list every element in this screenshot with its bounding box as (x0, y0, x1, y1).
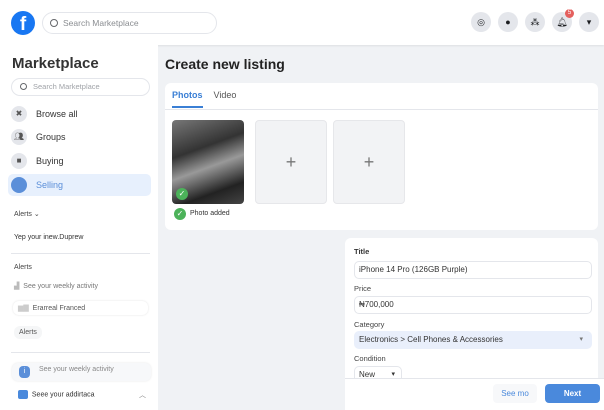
bag-icon: ■ (11, 153, 27, 169)
sidebar-item-selling[interactable]: Selling (8, 174, 151, 196)
bell-icon[interactable]: 🔔︎ 5 (552, 9, 574, 32)
chat-icon (18, 390, 28, 399)
chevron-down-icon: ▾ (579, 336, 583, 343)
compass-icon[interactable]: ◎ (471, 12, 491, 32)
check-icon: ✓ (176, 188, 188, 200)
sidebar-title: Marketplace (12, 55, 99, 72)
selling-icon (11, 177, 27, 193)
nav-label: Browse all (36, 109, 78, 119)
info-icon: i (19, 366, 30, 378)
search-placeholder: Search Marketplace (33, 82, 100, 91)
alerts-button[interactable]: Alerts (14, 326, 42, 339)
alert-text: Yep your inew.Duprew (14, 234, 84, 241)
header-search-input[interactable]: Search Marketplace (42, 12, 217, 34)
groups-icon[interactable]: ⁂ (525, 12, 545, 32)
condition-label: Condition (354, 354, 386, 363)
grid-icon: ✖ (11, 106, 27, 122)
caret-down-icon[interactable]: ▾ (579, 12, 599, 32)
page-title: Create new listing (165, 56, 285, 72)
plus-icon: + (285, 152, 297, 172)
facebook-logo[interactable]: f (11, 11, 35, 35)
notification-badge: 5 (565, 9, 574, 18)
listing-form: Title iPhone 14 Pro (126GB Purple) Price… (345, 238, 598, 388)
blender-photo-thumbnail[interactable]: ✓ (172, 120, 244, 204)
sidebar-item-buying[interactable]: ■ Buying (8, 150, 151, 172)
sidebar-item-groups[interactable]: 👥︎ Groups (8, 126, 151, 148)
next-button[interactable]: Next (545, 384, 600, 403)
photos-card: Photos Video ✓ + + ✓ Photo added (165, 83, 598, 230)
photo-status: Photo added (190, 210, 230, 217)
category-label: Category (354, 320, 385, 329)
add-photo-slot[interactable]: + (255, 120, 327, 204)
address-link[interactable]: Seee your addirtaca ︿ (18, 390, 146, 399)
sidebar: Marketplace Search Marketplace ✖ Browse a… (0, 45, 158, 410)
price-input[interactable]: ₦700,000 (354, 296, 592, 314)
alert-entry[interactable]: ▆▇ Erarreal Franced (13, 301, 148, 315)
groups-icon: 👥︎ (11, 129, 27, 145)
weekly-activity-card[interactable]: i See your weekly activity (12, 363, 151, 381)
sidebar-search-input[interactable]: Search Marketplace (11, 78, 150, 96)
category-select[interactable]: Electronics > Cell Phones & Accessories ▾ (354, 331, 592, 349)
check-icon: ✓ (174, 208, 186, 220)
search-icon (20, 83, 27, 90)
nav-label: Selling (36, 180, 64, 190)
plus-icon: + (363, 152, 375, 172)
price-label: Price (354, 284, 372, 293)
chevron-up-icon: ︿ (139, 392, 146, 399)
chevron-down-icon: ⌄ (33, 211, 40, 218)
search-placeholder: Search Marketplace (63, 18, 139, 28)
divider (11, 352, 150, 353)
weekly-activity-link[interactable]: ▟ See your weekly activity (14, 282, 98, 290)
divider (165, 109, 598, 110)
add-photo-slot[interactable]: + (333, 120, 405, 204)
divider (11, 253, 150, 254)
top-nav: f Search Marketplace ◎ ● ⁂ 🔔︎ 5 ▾ (0, 0, 604, 45)
tab-photos[interactable]: Photos (172, 88, 203, 108)
title-label: Title (354, 247, 370, 256)
see-more-button[interactable]: See mo (493, 384, 537, 403)
alerts-heading-2: Alerts (14, 264, 32, 271)
form-footer: See mo Next (345, 378, 604, 410)
building-icon: ▆▇ (18, 305, 29, 312)
sidebar-item-browse-all[interactable]: ✖ Browse all (8, 103, 151, 125)
tab-video[interactable]: Video (214, 88, 237, 108)
search-icon (50, 19, 58, 27)
chart-icon: ▟ (14, 283, 20, 290)
alerts-heading[interactable]: Alerts ⌄ (14, 210, 40, 218)
title-input[interactable]: iPhone 14 Pro (126GB Purple) (354, 261, 592, 279)
messenger-icon[interactable]: ● (498, 12, 518, 32)
nav-label: Groups (36, 132, 66, 142)
nav-label: Buying (36, 156, 64, 166)
